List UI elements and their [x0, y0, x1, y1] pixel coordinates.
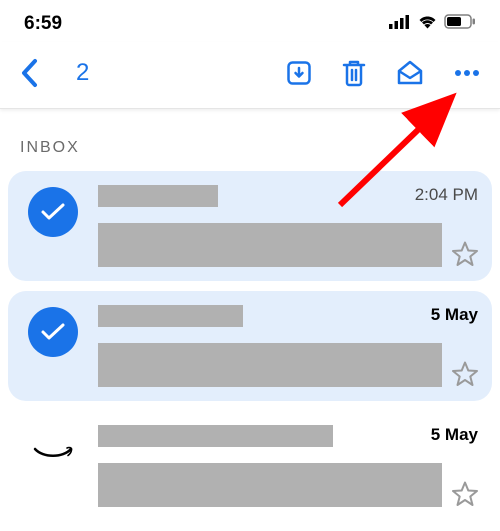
status-time: 6:59: [24, 13, 62, 35]
archive-button[interactable]: [286, 60, 312, 86]
selected-count: 2: [76, 59, 89, 87]
status-icons: [389, 14, 476, 34]
more-menu-button[interactable]: [454, 69, 480, 77]
delete-button[interactable]: [342, 59, 366, 87]
email-row[interactable]: 2:04 PM: [8, 171, 492, 281]
battery-icon: [444, 14, 476, 34]
inbox-section-label: INBOX: [0, 109, 500, 171]
email-timestamp: 5 May: [431, 425, 478, 445]
email-sender: [98, 305, 243, 327]
back-button[interactable]: [20, 58, 38, 88]
star-button[interactable]: [452, 215, 478, 267]
email-sender: [98, 425, 333, 447]
status-bar: 6:59: [0, 0, 500, 42]
email-row[interactable]: 5 May: [8, 411, 492, 521]
email-preview: [98, 343, 442, 387]
selection-check-icon[interactable]: [28, 187, 78, 237]
email-timestamp: 5 May: [431, 305, 478, 325]
email-preview: [98, 463, 442, 507]
sender-avatar-amazon[interactable]: [28, 427, 78, 477]
wifi-icon: [417, 14, 438, 34]
mark-read-button[interactable]: [396, 60, 424, 86]
selection-check-icon[interactable]: [28, 307, 78, 357]
email-preview: [98, 223, 442, 267]
star-button[interactable]: [452, 455, 478, 507]
email-sender: [98, 185, 218, 207]
cellular-icon: [389, 15, 411, 34]
email-row[interactable]: 5 May: [8, 291, 492, 401]
star-button[interactable]: [452, 335, 478, 387]
selection-toolbar: 2: [0, 42, 500, 109]
email-timestamp: 2:04 PM: [415, 185, 478, 205]
